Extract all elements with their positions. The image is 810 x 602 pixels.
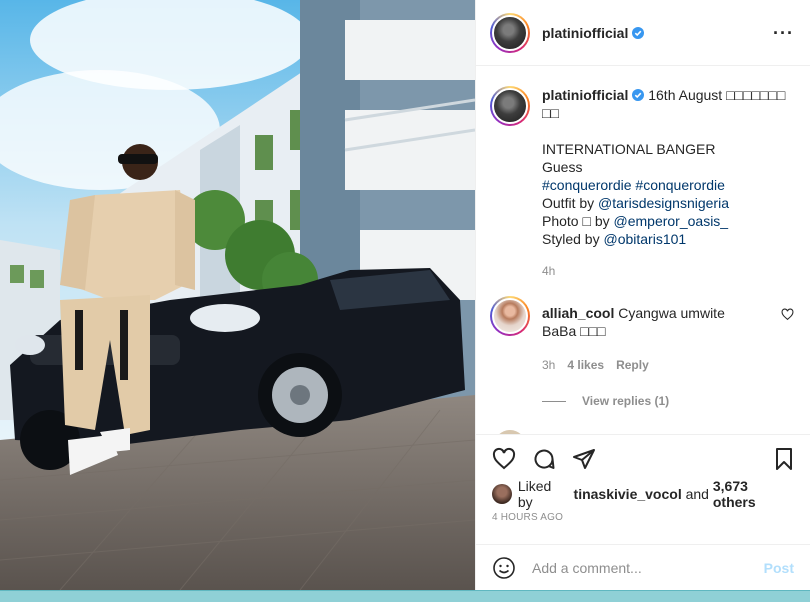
comment-age: 3h xyxy=(542,358,556,372)
post-comment-button[interactable]: Post xyxy=(764,560,794,576)
caption-emoji-2: □□ xyxy=(542,105,559,121)
add-comment-input[interactable] xyxy=(532,559,764,576)
caption-username[interactable]: platiniofficial xyxy=(542,87,628,103)
comment-bubble-icon[interactable] xyxy=(532,447,556,471)
caption-date: 16th August xyxy=(648,87,723,103)
comment-likes[interactable]: 4 likes xyxy=(567,358,604,372)
hashtag-link[interactable]: #conquerordie xyxy=(635,177,725,193)
post-actions xyxy=(476,434,810,482)
commenter-username[interactable]: alliah_cool xyxy=(542,305,614,321)
post-header: platiniofficial ··· xyxy=(476,0,810,66)
like-heart-icon[interactable] xyxy=(492,447,516,471)
commenter-avatar[interactable] xyxy=(490,296,530,336)
taskbar-strip xyxy=(0,590,810,602)
post-side-panel: platiniofficial ··· platiniofficial 16th… xyxy=(475,0,810,590)
emoji-smiley-icon[interactable] xyxy=(492,556,516,580)
post-photo[interactable] xyxy=(0,0,475,590)
author-avatar[interactable] xyxy=(490,12,530,53)
liker-username[interactable]: tinaskivie_vocol xyxy=(574,486,682,502)
reply-button[interactable]: Reply xyxy=(616,358,649,372)
mention-link[interactable]: @obitaris101 xyxy=(603,231,686,247)
comment-meta: 3h 4 likes Reply xyxy=(542,356,757,374)
post-image xyxy=(0,0,475,590)
post-timestamp[interactable]: 4 HOURS AGO xyxy=(476,506,810,544)
caption-line: Photo □ by xyxy=(542,213,614,229)
view-replies-button[interactable]: View replies (1) xyxy=(542,394,794,408)
caption-age: 4h xyxy=(542,264,556,278)
comments-section[interactable]: platiniofficial 16th August □□□□□□□ □□ I… xyxy=(476,66,810,434)
view-replies-label: View replies (1) xyxy=(582,394,670,408)
save-bookmark-icon[interactable] xyxy=(772,447,796,471)
add-comment-bar: Post xyxy=(476,544,810,590)
caption-body: INTERNATIONAL BANGER Guess #conquerordie… xyxy=(542,140,792,248)
liker-avatar[interactable] xyxy=(492,484,512,504)
verified-badge-icon xyxy=(632,26,645,39)
hashtag-link[interactable]: #conquerordie xyxy=(542,177,632,193)
caption-line: Styled by xyxy=(542,231,604,247)
caption-line: INTERNATIONAL BANGER xyxy=(542,141,716,157)
more-options-icon[interactable]: ··· xyxy=(773,24,794,42)
and-label: and xyxy=(685,486,709,502)
divider-line xyxy=(542,400,566,402)
likes-summary: Liked by tinaskivie_vocol and 3,673 othe… xyxy=(476,478,810,510)
author-username[interactable]: platiniofficial xyxy=(542,25,628,41)
post-caption: platiniofficial 16th August □□□□□□□ □□ I… xyxy=(490,86,794,280)
verified-badge-icon xyxy=(632,89,645,101)
caption-line: Outfit by xyxy=(542,195,599,211)
like-comment-heart-icon[interactable] xyxy=(781,308,794,321)
caption-emoji: □□□□□□□ xyxy=(726,87,786,103)
mention-link[interactable]: @tarisdesignsnigeria xyxy=(598,195,729,211)
caption-avatar[interactable] xyxy=(490,86,530,126)
caption-line: Guess xyxy=(542,159,583,175)
comment-item: alliah_cool Cyangwa umwite BaBa □□□ 3h 4 … xyxy=(490,296,794,374)
instagram-post: platiniofficial ··· platiniofficial 16th… xyxy=(0,0,810,590)
share-paper-plane-icon[interactable] xyxy=(572,447,596,471)
mention-link[interactable]: @emperor_oasis_ xyxy=(614,213,729,229)
